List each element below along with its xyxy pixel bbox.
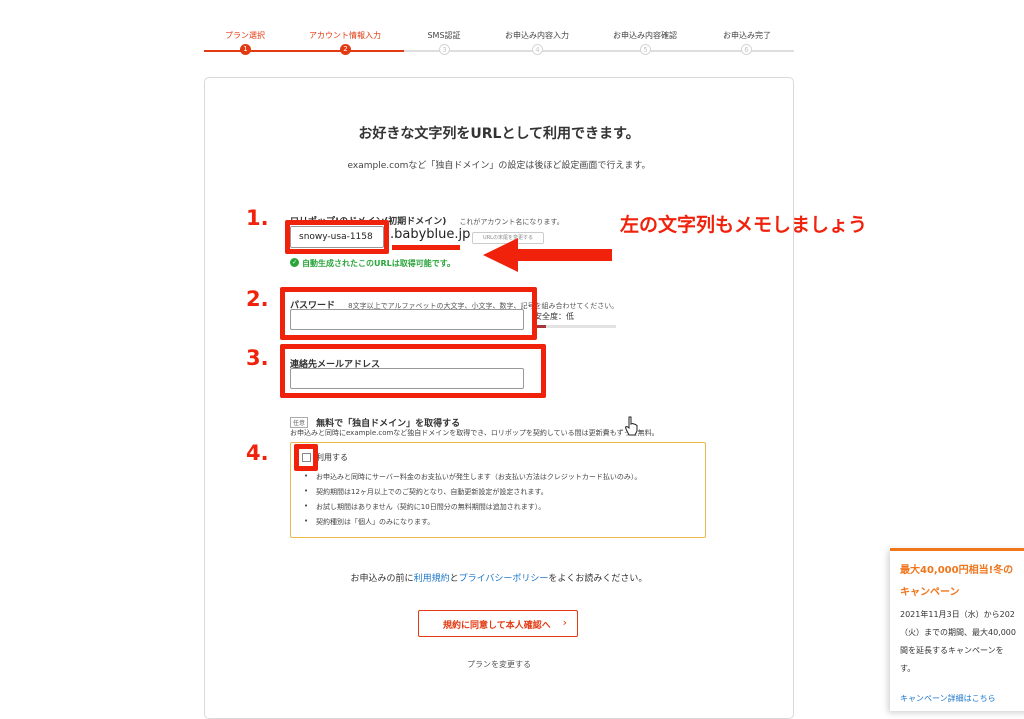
step-line-1 xyxy=(204,50,300,52)
check-circle-icon: ✓ xyxy=(290,258,299,267)
terms-of-service-link[interactable]: 利用規約 xyxy=(414,574,450,584)
annotation-box-checkbox xyxy=(294,444,318,471)
chevron-right-icon: › xyxy=(562,616,567,629)
step-dot-5: 5 xyxy=(640,44,651,55)
campaign-body-line2: （火）までの期間、最大40,000 xyxy=(900,628,1016,637)
annotation-number-2: 2. xyxy=(246,287,269,311)
terms-and: と xyxy=(449,574,459,584)
optional-tag: 任意 xyxy=(290,417,309,428)
step-dot-2: 2 xyxy=(340,44,351,55)
terms-suffix: をよくお読みください。 xyxy=(548,574,648,584)
annotation-number-4: 4. xyxy=(246,441,269,465)
privacy-policy-link[interactable]: プライバシーポリシー xyxy=(459,574,549,584)
step-dot-1: 1 xyxy=(240,44,251,55)
campaign-body-line1: 2021年11月3日（水）から202 xyxy=(900,610,1015,619)
campaign-title-line2: キャンペーン xyxy=(900,587,960,598)
terms-prefix: お申込みの前に xyxy=(350,574,414,584)
step-label-account: アカウント情報入力 xyxy=(309,31,381,40)
agree-button-label: 規約に同意して本人確認へ xyxy=(443,621,551,631)
free-domain-bullet: お試し期間はありません（契約に10日間分の無料期間は追加されます）。 xyxy=(304,502,545,512)
campaign-body-line3: 間を延長するキャンペーンを xyxy=(900,646,1004,655)
annotation-arrow-icon xyxy=(483,238,612,272)
annotation-box-email xyxy=(280,344,546,398)
page-title: お好きな文字列をURLとして利用できます。 xyxy=(358,126,640,142)
free-domain-bullet: 契約期間は12ヶ月以上でのご契約となり、自動更新設定が設定されます。 xyxy=(304,487,548,497)
annotation-memo-text: 左の文字列もメモしましょう xyxy=(620,214,868,236)
campaign-card: 最大40,000円相当!冬の キャンペーン 2021年11月3日（水）から202… xyxy=(890,548,1024,711)
free-domain-bullet: 契約種別は「個人」のみになります。 xyxy=(304,517,434,527)
domain-hint: これがアカウント名になります。 xyxy=(459,218,564,226)
step-label-plan: プラン選択 xyxy=(225,31,265,40)
password-strength-value: 低 xyxy=(566,312,574,321)
hand-cursor-icon xyxy=(624,416,638,436)
annotation-underline-suffix xyxy=(392,245,460,250)
password-strength-bar xyxy=(534,325,616,328)
domain-available-message: 自動生成されたこのURLは取得可能です。 xyxy=(302,259,455,268)
step-label-input: お申込み内容入力 xyxy=(505,31,569,40)
step-label-confirm: お申込み内容確認 xyxy=(613,31,677,40)
annotation-box-password xyxy=(280,287,537,340)
change-plan-link[interactable]: プランを変更する xyxy=(204,659,794,670)
terms-notice: お申込みの前に利用規約とプライバシーポリシーをよくお読みください。 xyxy=(204,571,794,584)
use-domain-label: 利用する xyxy=(316,453,348,462)
annotation-number-3: 3. xyxy=(246,346,269,370)
free-domain-description: お申込みと同時にexample.comなど独自ドメインを取得でき、ロリポップを契… xyxy=(290,429,659,437)
step-dot-6: 6 xyxy=(741,44,752,55)
step-line-2 xyxy=(300,50,404,52)
domain-suffix: .babyblue.jp xyxy=(390,227,471,242)
annotation-box-domain xyxy=(285,220,389,254)
agree-and-verify-button[interactable]: 規約に同意して本人確認へ › xyxy=(418,610,578,637)
campaign-title-line1: 最大40,000円相当!冬の xyxy=(900,565,1014,576)
password-strength-label: 安全度： xyxy=(534,312,566,321)
password-strength-text: 安全度：低 xyxy=(534,311,574,322)
campaign-body-line4: す。 xyxy=(900,664,916,673)
campaign-details-link[interactable]: キャンペーン詳細はこちら xyxy=(900,693,996,704)
annotation-number-1: 1. xyxy=(246,206,269,230)
step-dot-3: 3 xyxy=(439,44,450,55)
free-domain-bullet: お申込みと同時にサーバー料金のお支払いが発生します（お支払い方法はクレジットカー… xyxy=(304,472,641,482)
step-label-complete: お申込み完了 xyxy=(723,31,771,40)
step-dot-4: 4 xyxy=(532,44,543,55)
page-subtitle: example.comなど「独自ドメイン」の設定は後ほど設定画面で行えます。 xyxy=(347,161,651,171)
